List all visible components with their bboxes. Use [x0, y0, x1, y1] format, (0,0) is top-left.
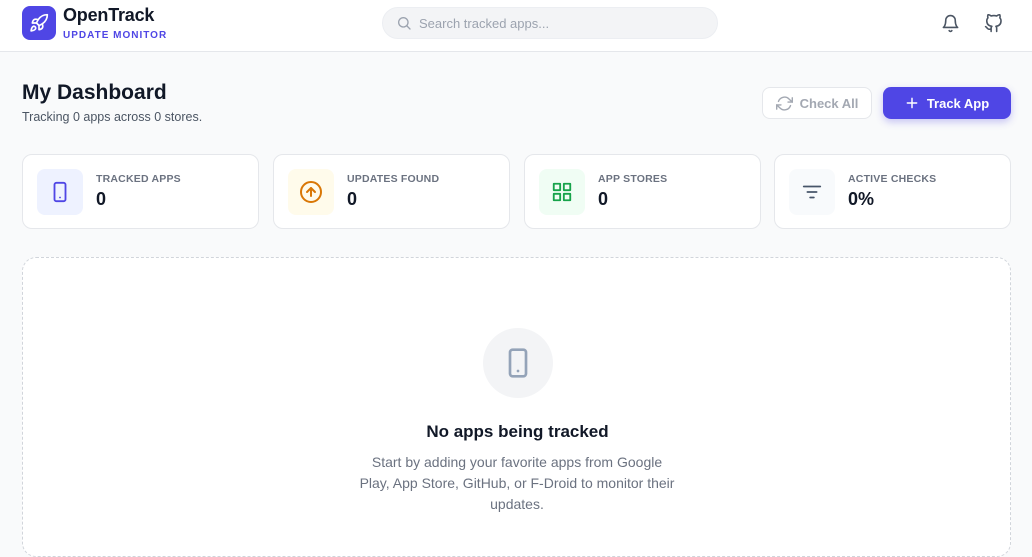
stat-icon-box [789, 169, 835, 215]
stat-label: APP STORES [598, 173, 668, 185]
stat-card-updates-found: UPDATES FOUND 0 [273, 154, 510, 229]
rocket-icon [30, 13, 49, 32]
refresh-icon [775, 95, 793, 111]
check-all-label: Check All [799, 95, 859, 111]
stat-value: 0 [347, 189, 358, 209]
bell-icon [942, 14, 958, 32]
stat-card-app-stores: APP STORES 0 [524, 154, 761, 229]
track-app-button[interactable]: Track App [883, 87, 1011, 119]
page-subtitle: Tracking 0 apps across 0 stores. [22, 110, 203, 124]
grid-icon [552, 182, 572, 202]
github-icon [984, 13, 1002, 32]
stat-icon-box [37, 169, 83, 215]
search-icon [398, 17, 411, 30]
track-app-label: Track App [926, 95, 990, 111]
page-title: My Dashboard [22, 81, 167, 104]
stat-card-tracked-apps: TRACKED APPS 0 [22, 154, 259, 229]
smartphone-icon [53, 181, 67, 203]
stat-icon-box [539, 169, 585, 215]
empty-state-title: No apps being tracked [426, 422, 609, 441]
smartphone-icon [508, 348, 528, 378]
stat-label: UPDATES FOUND [347, 173, 440, 185]
stat-value: 0 [96, 189, 107, 209]
empty-state-panel: No apps being tracked Start by adding yo… [22, 257, 1011, 557]
app-logo[interactable] [22, 6, 56, 40]
stat-card-active-checks: ACTIVE CHECKS 0% [774, 154, 1011, 229]
stat-value: 0% [848, 189, 875, 209]
empty-state-icon-circle [483, 328, 553, 398]
notifications-button[interactable] [938, 11, 962, 35]
stat-label: ACTIVE CHECKS [848, 173, 937, 185]
stat-icon-box [288, 169, 334, 215]
filter-lines-icon [802, 185, 822, 199]
stat-value: 0 [598, 189, 609, 209]
empty-state-description: Start by adding your favorite apps from … [359, 454, 675, 512]
stat-label: TRACKED APPS [96, 173, 181, 185]
brand-subtitle: UPDATE MONITOR [63, 30, 168, 41]
arrow-up-circle-icon [300, 181, 322, 203]
brand-name: OpenTrack [63, 5, 155, 25]
search-input[interactable] [419, 8, 709, 38]
github-link[interactable] [981, 11, 1005, 35]
search-bar[interactable] [382, 7, 718, 39]
check-all-button[interactable]: Check All [762, 87, 872, 119]
top-bar: OpenTrack UPDATE MONITOR [0, 0, 1032, 52]
plus-icon [906, 97, 918, 109]
